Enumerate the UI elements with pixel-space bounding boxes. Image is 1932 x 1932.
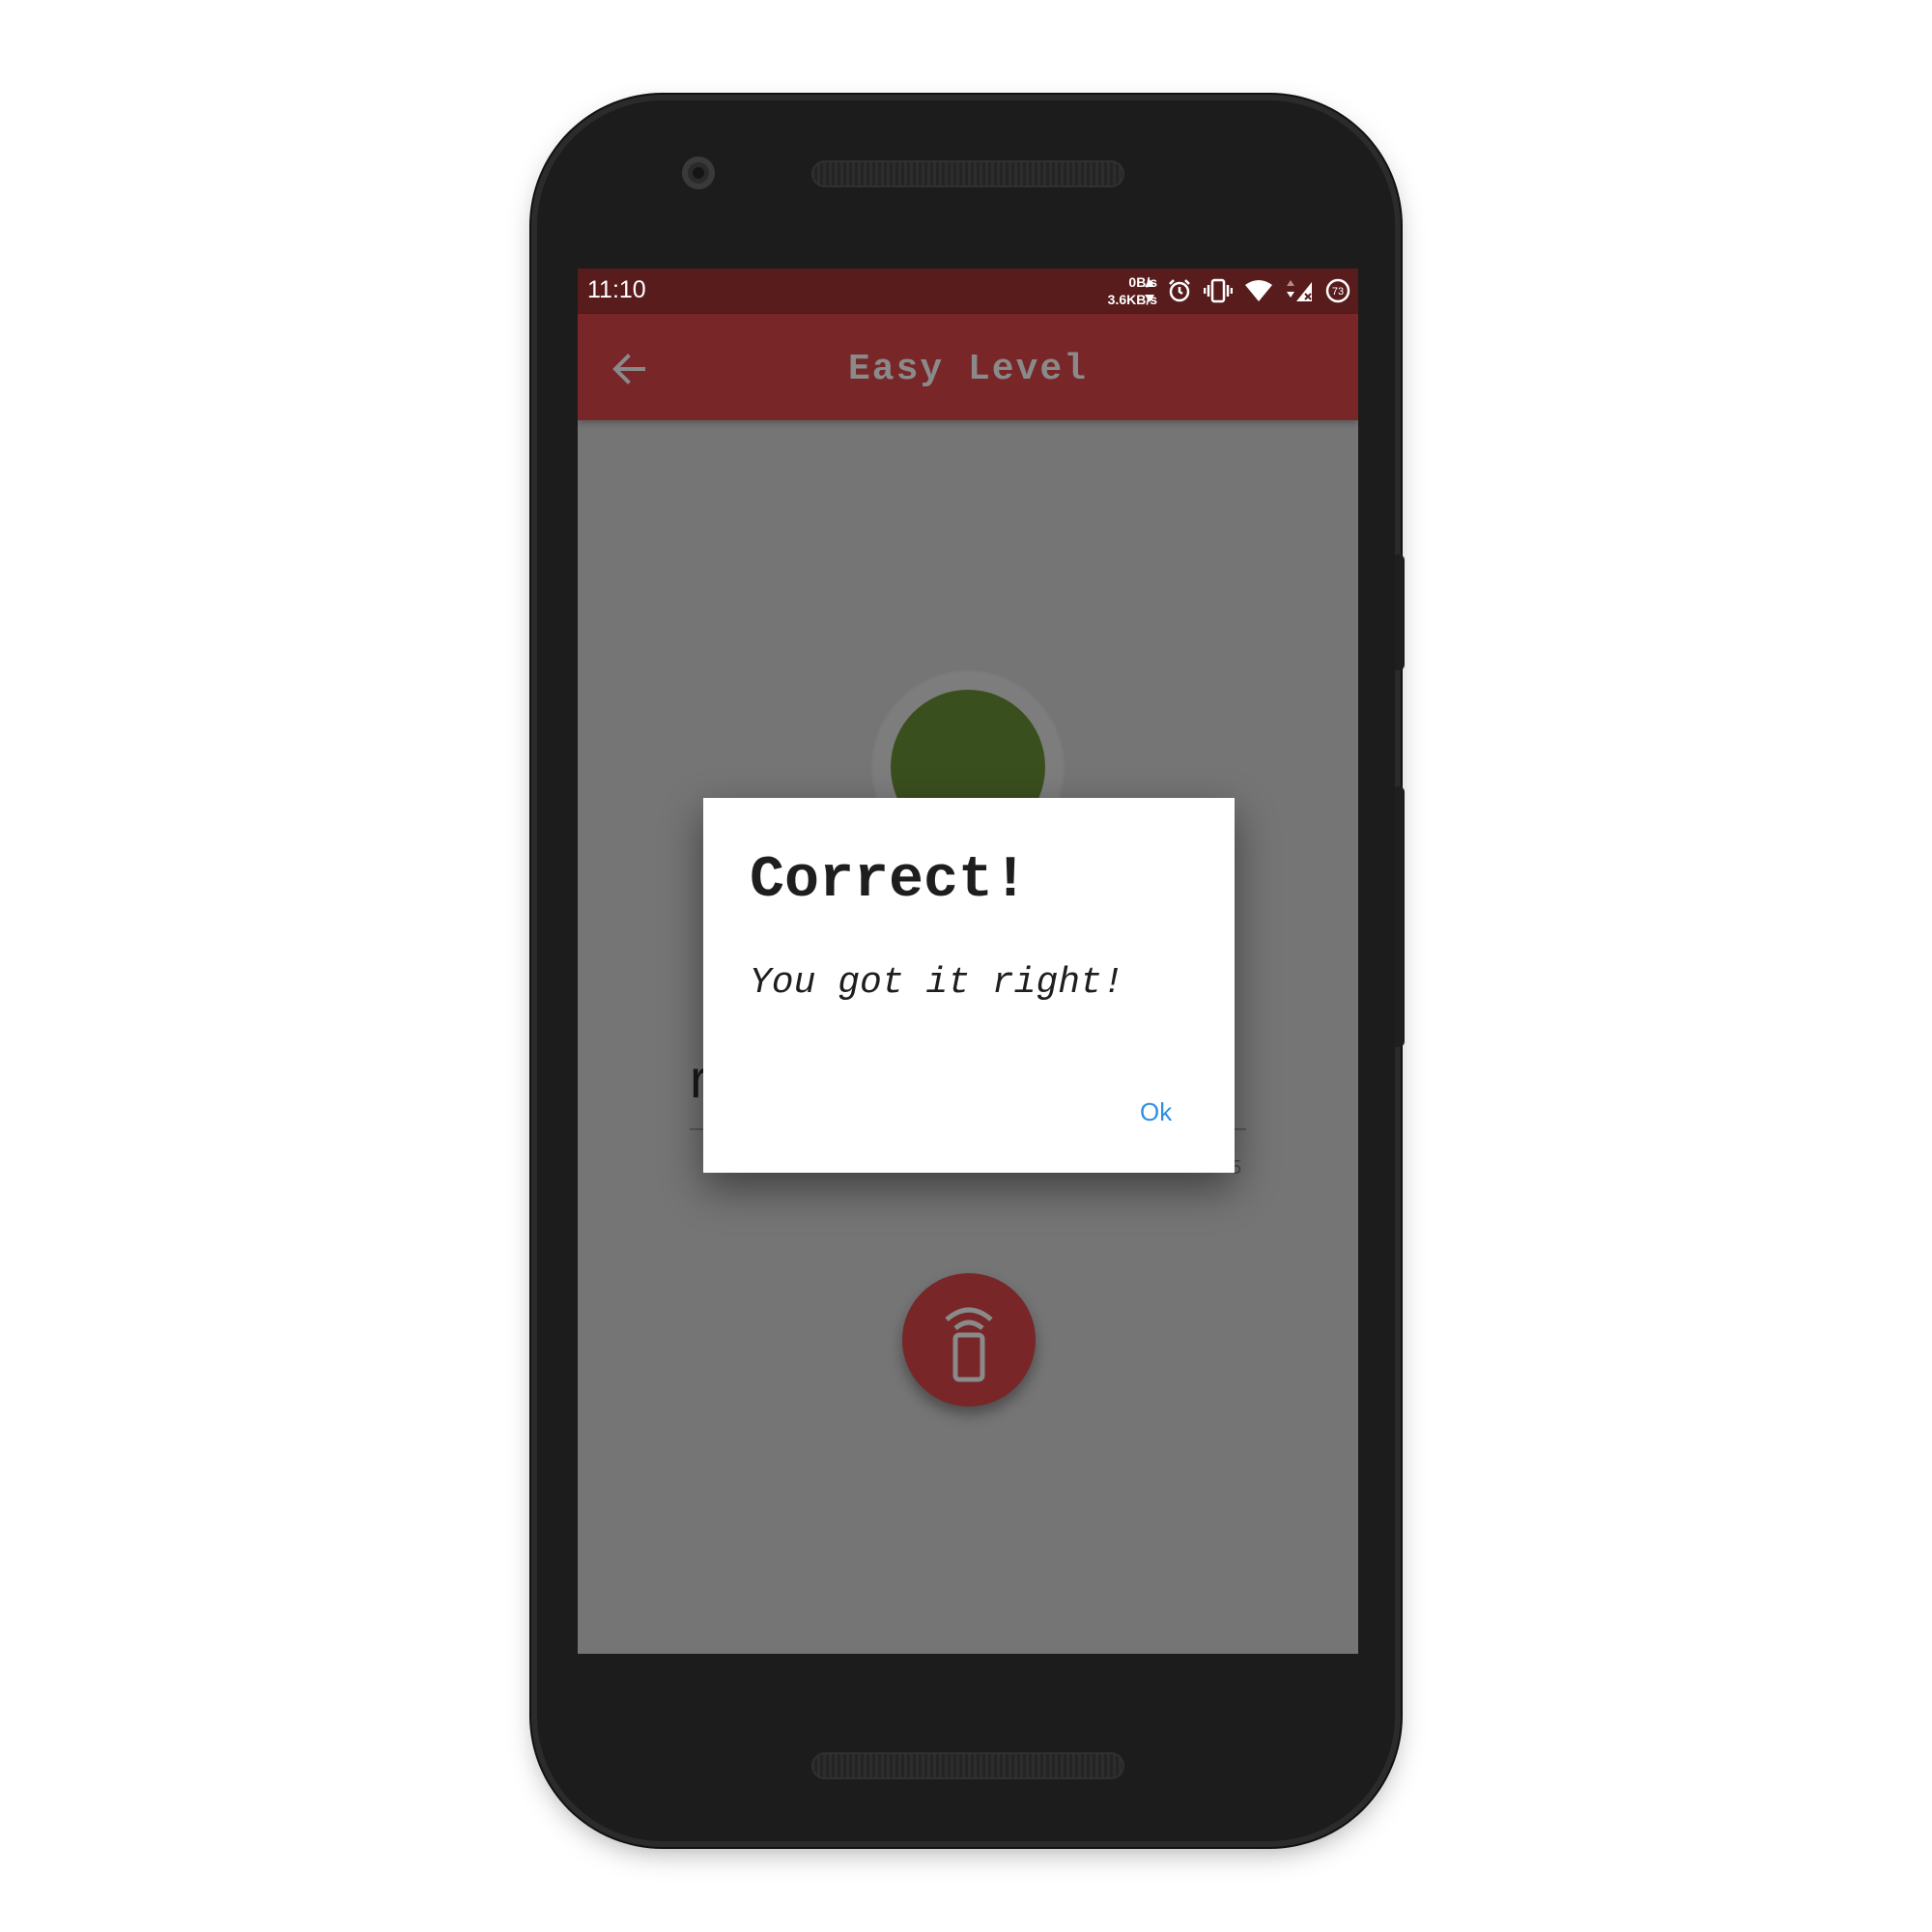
screen: 11:10 0B/s 3.6KB/s 73 Easy Level r 5 Cor… xyxy=(578,269,1358,1654)
battery-saver-icon: 73 xyxy=(1325,278,1350,303)
volume-button xyxy=(1395,786,1405,1047)
status-bar: 11:10 0B/s 3.6KB/s 73 xyxy=(578,269,1358,314)
cellular-signal-icon xyxy=(1287,280,1312,301)
phone-signal-icon xyxy=(945,1307,993,1382)
data-transfer-icon xyxy=(1145,279,1154,302)
dialog-title: Correct! xyxy=(750,848,1029,914)
status-time: 11:10 xyxy=(587,276,646,303)
front-camera xyxy=(682,156,715,189)
vibrate-icon xyxy=(1204,278,1233,303)
app-bar: Easy Level xyxy=(578,314,1358,420)
alarm-icon xyxy=(1169,279,1190,302)
submit-fab-button[interactable] xyxy=(902,1273,1036,1406)
bottom-speaker xyxy=(811,1752,1124,1779)
power-button xyxy=(1395,554,1405,670)
ok-button[interactable]: Ok xyxy=(1140,1097,1172,1127)
battery-level: 73 xyxy=(1332,286,1344,298)
result-dialog: Correct! You got it right! Ok xyxy=(703,798,1235,1173)
earpiece-speaker xyxy=(811,160,1124,187)
dialog-message: You got it right! xyxy=(750,962,1124,1004)
page-title: Easy Level xyxy=(847,349,1089,390)
status-icons: 73 xyxy=(1144,277,1350,304)
wifi-icon xyxy=(1245,280,1272,301)
